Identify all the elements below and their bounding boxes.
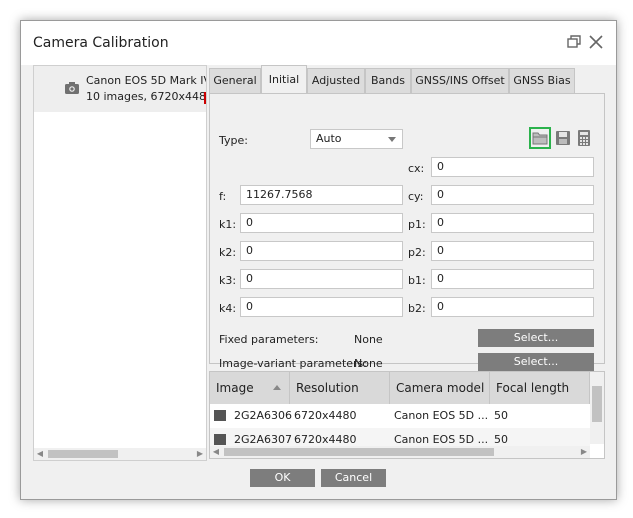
param-label-k3: k3: [219, 274, 237, 287]
camera-image-summary: 10 images, 6720x4480 [86, 90, 207, 103]
type-value: Auto [316, 132, 342, 145]
param-label-b1: b1: [408, 274, 426, 287]
ok-button[interactable]: OK [250, 469, 315, 487]
cell-focal-length: 50 [494, 409, 508, 422]
scrollbar-thumb[interactable] [48, 450, 118, 458]
type-label: Type: [219, 134, 248, 147]
cell-camera-model: Canon EOS 5D ... [394, 409, 488, 422]
cell-resolution: 6720x4480 [294, 409, 357, 422]
cell-image: 2G2A6306 [234, 409, 292, 422]
param-field-k2[interactable]: 0 [240, 241, 403, 261]
save-icon[interactable] [554, 129, 572, 147]
camera-list: Canon EOS 5D Mark IV 10 images, 6720x448… [33, 65, 207, 461]
param-field-cy[interactable]: 0 [431, 185, 594, 205]
column-header-label: Image [216, 381, 254, 395]
param-label-p2: p2: [408, 246, 426, 259]
param-label-p1: p1: [408, 218, 426, 231]
scroll-right-icon[interactable]: ▶ [195, 449, 205, 459]
column-header-focal-length[interactable]: Focal length [490, 372, 590, 404]
param-label-k1: k1: [219, 218, 237, 231]
param-field-f[interactable]: 11267.7568 [240, 185, 403, 205]
camera-list-item[interactable]: Canon EOS 5D Mark IV 10 images, 6720x448… [34, 66, 206, 112]
scroll-left-icon[interactable]: ◀ [211, 447, 221, 457]
select-fixed-parameters-button[interactable]: Select... [478, 329, 594, 347]
param-label-f: f: [219, 190, 227, 203]
image-variant-parameters-label: Image-variant parameters: [219, 357, 367, 370]
dialog-title: Camera Calibration [33, 35, 169, 51]
param-field-b2[interactable]: 0 [431, 297, 594, 317]
sort-ascending-icon [273, 385, 281, 390]
scroll-right-icon[interactable]: ▶ [579, 447, 589, 457]
images-table: Image Resolution Camera model Focal leng… [209, 371, 605, 459]
param-field-k3[interactable]: 0 [240, 269, 403, 289]
column-header-image[interactable]: Image [210, 372, 290, 404]
image-thumbnail-icon [214, 410, 226, 421]
image-thumbnail-icon [214, 434, 226, 445]
type-dropdown[interactable]: Auto [310, 129, 403, 149]
param-field-k4[interactable]: 0 [240, 297, 403, 317]
chevron-down-icon [388, 137, 396, 142]
cancel-button[interactable]: Cancel [321, 469, 386, 487]
scrollbar-thumb[interactable] [224, 448, 494, 456]
table-horizontal-scrollbar[interactable]: ◀ ▶ [210, 446, 590, 458]
scrollbar-thumb[interactable] [592, 386, 602, 422]
param-field-b1[interactable]: 0 [431, 269, 594, 289]
tab-gnss-bias[interactable]: GNSS Bias [509, 68, 575, 93]
scroll-left-icon[interactable]: ◀ [35, 449, 45, 459]
tab-general[interactable]: General [209, 68, 261, 93]
param-field-k1[interactable]: 0 [240, 213, 403, 233]
column-header-camera-model[interactable]: Camera model [390, 372, 490, 404]
image-variant-parameters-value: None [354, 357, 383, 370]
select-image-variant-parameters-button[interactable]: Select... [478, 353, 594, 371]
table-vertical-scrollbar[interactable] [590, 372, 604, 444]
fixed-parameters-value: None [354, 333, 383, 346]
restore-icon[interactable] [565, 33, 583, 51]
close-icon[interactable] [587, 33, 605, 51]
param-label-cy: cy: [408, 190, 424, 203]
column-header-resolution[interactable]: Resolution [290, 372, 390, 404]
title-bar: Camera Calibration [21, 21, 616, 65]
camera-calibration-dialog: Camera Calibration Canon EOS 5D Mark IV … [20, 20, 617, 500]
param-label-k2: k2: [219, 246, 237, 259]
folder-open-icon[interactable] [531, 129, 549, 147]
param-label-cx: cx: [408, 162, 425, 175]
fixed-parameters-label: Fixed parameters: [219, 333, 319, 346]
calculator-icon[interactable] [575, 129, 593, 147]
param-field-p1[interactable]: 0 [431, 213, 594, 233]
tab-gnss-ins-offset[interactable]: GNSS/INS Offset [411, 68, 509, 93]
param-label-k4: k4: [219, 302, 237, 315]
camera-name: Canon EOS 5D Mark IV [86, 74, 207, 87]
status-marker [204, 92, 206, 104]
param-label-b2: b2: [408, 302, 426, 315]
tab-adjusted[interactable]: Adjusted [307, 68, 365, 93]
tab-initial[interactable]: Initial [261, 65, 307, 94]
param-field-p2[interactable]: 0 [431, 241, 594, 261]
initial-tab-panel: Type: Auto f: 11267.7568 k1: 0 k2: 0 k3:… [209, 93, 605, 371]
table-row[interactable]: 2G2A6306 6720x4480 Canon EOS 5D ... 50 [210, 404, 590, 428]
camera-icon [65, 82, 79, 97]
camera-list-scrollbar[interactable]: ◀ ▶ [34, 448, 206, 460]
tab-bands[interactable]: Bands [365, 68, 411, 93]
param-field-cx[interactable]: 0 [431, 157, 594, 177]
